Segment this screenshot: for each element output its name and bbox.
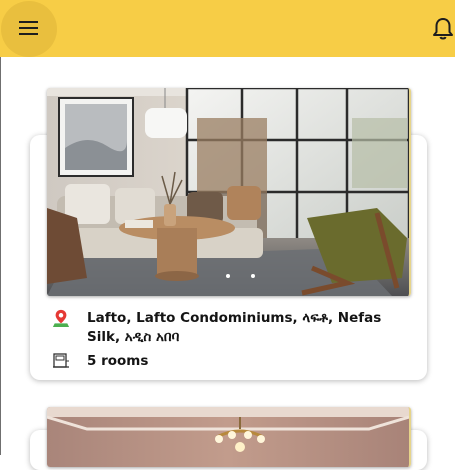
living-room-photo (47, 88, 409, 296)
bell-icon (433, 18, 453, 40)
listing-photo[interactable] (47, 407, 411, 467)
app-bar (0, 0, 455, 57)
listing-location: Lafto, Lafto Condominiums, ላፍቶ, Nefas Si… (87, 310, 382, 345)
carousel-dot[interactable] (226, 274, 230, 278)
listing-photo[interactable] (47, 88, 411, 296)
map-pin-icon (52, 309, 70, 327)
bed-icon (53, 353, 69, 368)
menu-button[interactable] (1, 1, 57, 57)
left-border (0, 0, 1, 455)
notifications-button[interactable] (432, 17, 454, 41)
listing-rooms: 5 rooms (87, 353, 149, 369)
hamburger-menu-icon (19, 21, 38, 35)
carousel-dot[interactable] (251, 274, 255, 278)
interior-room-photo (47, 407, 409, 467)
location-row: Lafto, Lafto Condominiums, ላፍቶ, Nefas Si… (52, 309, 397, 347)
rooms-row: 5 rooms (52, 352, 397, 371)
